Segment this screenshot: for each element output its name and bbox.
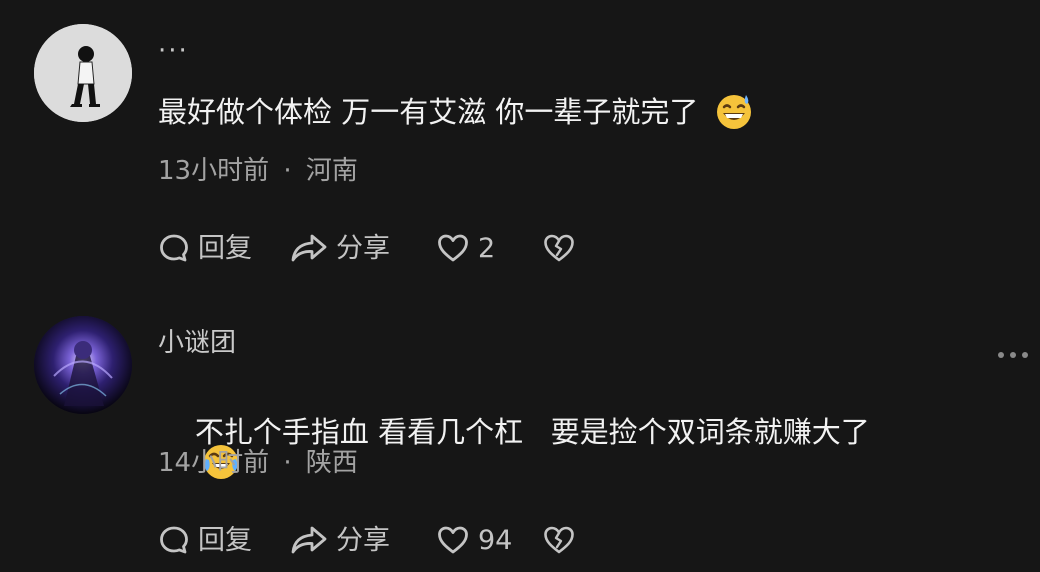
like-count: 94: [478, 524, 513, 556]
reply-bubble-icon: [160, 234, 188, 262]
broken-heart-icon: [544, 234, 574, 262]
like-count: 2: [478, 232, 496, 264]
share-button[interactable]: 分享: [290, 524, 436, 556]
comment-time: 14小时前: [158, 448, 270, 478]
share-label: 分享: [336, 524, 390, 556]
meta-separator: ·: [283, 156, 292, 186]
heart-icon: [438, 526, 468, 554]
grinning-sweat-emoji-icon: [716, 95, 751, 129]
dislike-button[interactable]: [542, 232, 576, 264]
meta-separator: ·: [283, 448, 292, 478]
reply-label: 回复: [198, 524, 252, 556]
reply-button[interactable]: 回复: [158, 524, 290, 556]
avatar[interactable]: [34, 24, 132, 122]
dot-icon: [998, 352, 1004, 358]
share-arrow-icon: [291, 526, 327, 554]
comment-actions: 回复 分享 94: [158, 524, 576, 556]
more-options-button[interactable]: [998, 350, 1038, 360]
comment-meta: 14小时前 · 陕西: [158, 450, 358, 476]
comment-meta: 13小时前 · 河南: [158, 158, 358, 184]
avatar-character-icon: [34, 316, 132, 414]
share-button[interactable]: 分享: [290, 232, 436, 264]
like-button[interactable]: 94: [436, 524, 542, 556]
share-label: 分享: [336, 232, 390, 264]
comment-username[interactable]: 小谜团: [158, 330, 236, 356]
dot-icon: [1010, 352, 1016, 358]
comment-text: 最好做个体检 万一有艾滋 你一辈子就完了: [158, 95, 754, 131]
comment-text-content: 不扎个手指血 看看几个杠 要是捡个双词条就赚大了: [194, 415, 870, 449]
avatar[interactable]: [34, 316, 132, 414]
reply-button[interactable]: 回复: [158, 232, 290, 264]
reply-label: 回复: [198, 232, 252, 264]
dot-icon: [1022, 352, 1028, 358]
broken-heart-icon: [544, 526, 574, 554]
heart-icon: [438, 234, 468, 262]
dislike-button[interactable]: [542, 524, 576, 556]
comment-username[interactable]: ···: [158, 38, 189, 64]
share-arrow-icon: [291, 234, 327, 262]
comment-time: 13小时前: [158, 156, 270, 186]
comment-text-content: 最好做个体检 万一有艾滋 你一辈子就完了: [158, 95, 699, 129]
comment-location: 陕西: [305, 448, 358, 478]
avatar-figure-icon: [34, 24, 132, 122]
comment-actions: 回复 分享 2: [158, 232, 576, 264]
reply-bubble-icon: [160, 526, 188, 554]
like-button[interactable]: 2: [436, 232, 542, 264]
comment-location: 河南: [305, 156, 358, 186]
